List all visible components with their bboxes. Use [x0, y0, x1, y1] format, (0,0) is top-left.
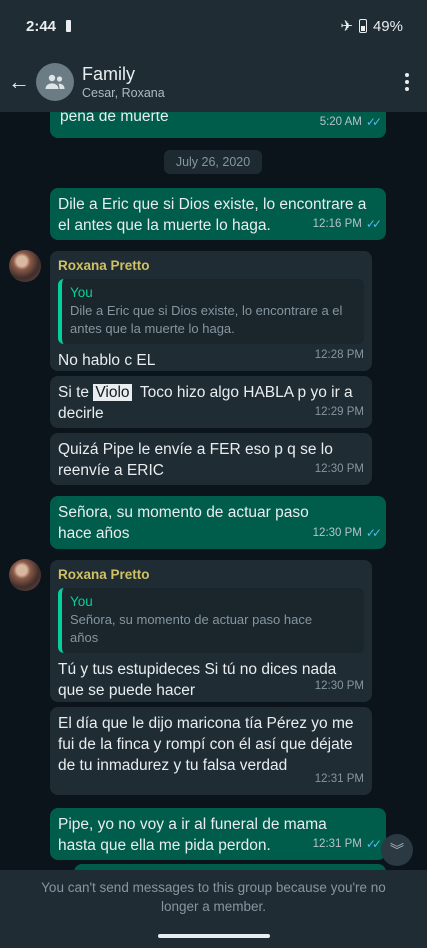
message-meta: 12:30 PM ✓✓: [312, 523, 382, 544]
quoted-message[interactable]: You Dile a Eric que si Dios existe, lo e…: [58, 279, 364, 344]
message-time: 12:30 PM: [314, 680, 364, 692]
message-text-part: Si te: [58, 384, 94, 401]
message-incoming[interactable]: Roxana Pretto You Señora, su momento de …: [50, 560, 372, 702]
message-incoming[interactable]: Si te Violo Toco hizo algo HABLA p yo ir…: [50, 376, 372, 428]
message-list[interactable]: pena de muerte 5:20 AM ✓✓ July 26, 2020 D…: [0, 112, 427, 870]
message-time: 12:29 PM: [314, 406, 364, 418]
message-outgoing[interactable]: Señora, su momento de actuar paso hace a…: [50, 496, 386, 549]
quote-author: You: [70, 594, 93, 609]
battery-icon: [358, 19, 367, 33]
message-outgoing[interactable]: Dile a Eric que si Dios existe, lo encon…: [50, 188, 386, 240]
message-time: 12:16 PM: [312, 218, 362, 230]
home-gesture-handle[interactable]: [158, 934, 270, 938]
notice-text: You can't send messages to this group be…: [41, 880, 386, 914]
message-meta: 12:28 PM: [315, 345, 364, 366]
quoted-message[interactable]: You Señora, su momento de actuar paso ha…: [58, 588, 364, 653]
message-incoming[interactable]: El día que le dijo maricona tía Pérez yo…: [50, 707, 372, 795]
status-icons: ✈ 49%: [340, 17, 403, 36]
status-time: 2:44: [26, 17, 57, 35]
chat-header: ← Family Cesar, Roxana: [0, 52, 427, 112]
double-chevron-down-icon: ︾: [390, 842, 404, 858]
message-meta: 12:29 PM: [315, 402, 364, 423]
message-meta: 12:31 PM: [315, 769, 364, 790]
notification-icon: [66, 20, 72, 32]
read-ticks-icon: ✓✓: [365, 526, 382, 540]
read-ticks-icon: ✓✓: [365, 115, 382, 129]
header-text[interactable]: Family Cesar, Roxana: [82, 63, 165, 101]
message-meta: 5:20 AM ✓✓: [319, 112, 382, 133]
message-incoming[interactable]: Roxana Pretto You Dile a Eric que si Dio…: [50, 251, 372, 371]
message-time: 12:28 PM: [314, 349, 364, 361]
message-time: 12:31 PM: [314, 773, 364, 785]
message-meta: 12:30 PM: [315, 676, 364, 697]
sender-avatar[interactable]: [9, 250, 41, 282]
group-members: Cesar, Roxana: [82, 86, 165, 100]
group-title: Family: [82, 64, 135, 84]
read-ticks-icon: ✓✓: [365, 837, 382, 851]
message-incoming[interactable]: Quizá Pipe le envíe a FER eso p q se lo …: [50, 433, 372, 485]
message-meta: 12:16 PM ✓✓: [312, 214, 382, 235]
message-outgoing[interactable]: Pipe, yo no voy a ir al funeral de mama …: [50, 808, 386, 860]
sender-name: Roxana Pretto: [58, 258, 150, 273]
message-text: pena de muerte: [60, 112, 169, 125]
quote-text: Dile a Eric que si Dios existe, lo encon…: [70, 303, 343, 336]
read-ticks-icon: ✓✓: [365, 217, 382, 231]
group-icon: [45, 74, 65, 89]
quote-author: You: [70, 285, 93, 300]
selected-word[interactable]: Violo: [93, 384, 132, 401]
more-vert-icon: [405, 73, 409, 91]
back-arrow-icon[interactable]: ←: [2, 52, 36, 112]
read-only-notice: You can't send messages to this group be…: [0, 870, 427, 924]
message-meta: 12:31 PM ✓✓: [312, 834, 382, 855]
message-outgoing[interactable]: pena de muerte 5:20 AM ✓✓: [50, 112, 386, 138]
navigation-bar: [0, 924, 427, 948]
message-time: 5:20 AM: [319, 116, 362, 128]
status-bar: 2:44 ✈ 49%: [0, 0, 427, 52]
sender-name: Roxana Pretto: [58, 567, 150, 582]
battery-percent: 49%: [372, 17, 403, 35]
date-chip: July 26, 2020: [164, 150, 262, 174]
sender-avatar[interactable]: [9, 559, 41, 591]
message-time: 12:30 PM: [312, 527, 362, 539]
message-time: 12:30 PM: [314, 463, 364, 475]
more-options-button[interactable]: [387, 52, 427, 112]
group-avatar[interactable]: [36, 63, 74, 101]
scroll-to-bottom-button[interactable]: ︾: [381, 834, 413, 866]
message-meta: 12:30 PM: [315, 459, 364, 480]
quote-text: Señora, su momento de actuar paso hace a…: [70, 612, 313, 645]
message-time: 12:31 PM: [312, 838, 362, 850]
message-text: El día que le dijo maricona tía Pérez yo…: [58, 715, 354, 774]
airplane-mode-icon: ✈: [340, 18, 353, 35]
